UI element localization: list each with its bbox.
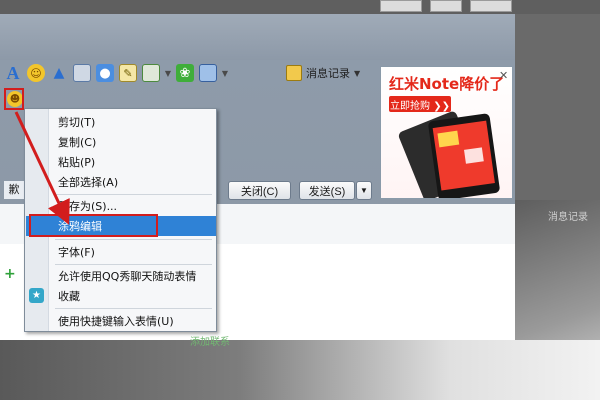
menu-separator — [55, 194, 212, 195]
send-options-button[interactable]: ▼ — [356, 181, 372, 200]
screenshot-dropdown-icon[interactable]: ▼ — [165, 64, 171, 82]
emoji-icon[interactable]: ☺ — [27, 64, 45, 82]
font-icon[interactable]: A — [4, 63, 22, 83]
message-history-button[interactable]: 消息记录 ▼ — [286, 63, 360, 83]
star-icon: ★ — [29, 288, 44, 303]
close-icon[interactable]: ✕ — [499, 69, 508, 82]
chat-history-area — [0, 14, 515, 60]
add-icon[interactable]: + — [4, 266, 16, 282]
chevron-down-icon: ▼ — [354, 68, 361, 78]
menu-item-font[interactable]: 字体(F) — [49, 242, 216, 262]
app-icon[interactable]: ❀ — [176, 64, 194, 82]
phone-image — [427, 113, 501, 198]
menu-item-save-as[interactable]: 另存为(S)... — [49, 196, 216, 216]
menu-item-cut[interactable]: 剪切(T) — [49, 112, 216, 132]
image-icon[interactable] — [73, 64, 91, 82]
menu-separator — [55, 264, 212, 265]
menu-item-allow-qq-show[interactable]: 允许使用QQ秀聊天随动表情 — [49, 266, 216, 286]
menu-item-copy[interactable]: 复制(C) — [49, 132, 216, 152]
phone-screen — [432, 120, 495, 191]
screen-share-icon[interactable] — [199, 64, 217, 82]
menu-separator — [55, 239, 212, 240]
top-thumbnail — [470, 0, 512, 12]
menu-item-favorite[interactable]: 收藏 — [49, 286, 216, 306]
top-thumbnail — [430, 0, 462, 12]
menu-item-paste[interactable]: 粘贴(P) — [49, 152, 216, 172]
annotation-box-emoji — [4, 88, 24, 110]
message-history-label: 消息记录 — [306, 67, 350, 80]
add-contact-text[interactable]: 添加联系 — [190, 333, 230, 348]
send-button[interactable]: 发送(S) — [299, 181, 355, 200]
annotation-box-doodle — [29, 214, 158, 237]
close-button[interactable]: 关闭(C) — [228, 181, 291, 200]
menu-item-select-all[interactable]: 全部选择(A) — [49, 172, 216, 192]
top-thumbnail — [380, 0, 422, 12]
history-icon — [286, 65, 302, 81]
voice-icon[interactable]: ● — [96, 64, 114, 82]
bottom-background — [0, 340, 600, 400]
note-icon[interactable]: ✎ — [119, 64, 137, 82]
shake-icon[interactable]: ▲ — [50, 64, 68, 82]
bottom-tab[interactable]: 歉 — [4, 181, 24, 199]
menu-item-shortcut-emoji[interactable]: 使用快捷键输入表情(U) — [49, 311, 216, 331]
ad-title: 红米Note降价了 — [389, 75, 505, 93]
advertisement[interactable]: 红米Note降价了 立即抢购 ❯❯ ✕ — [380, 66, 513, 199]
menu-separator — [55, 308, 212, 309]
top-strip — [0, 0, 600, 14]
screen-share-dropdown-icon[interactable]: ▼ — [222, 64, 228, 82]
side-label: 消息记录 — [548, 212, 588, 223]
screenshot-icon[interactable] — [142, 64, 160, 82]
ad-buy-button[interactable]: 立即抢购 ❯❯ — [389, 96, 451, 112]
